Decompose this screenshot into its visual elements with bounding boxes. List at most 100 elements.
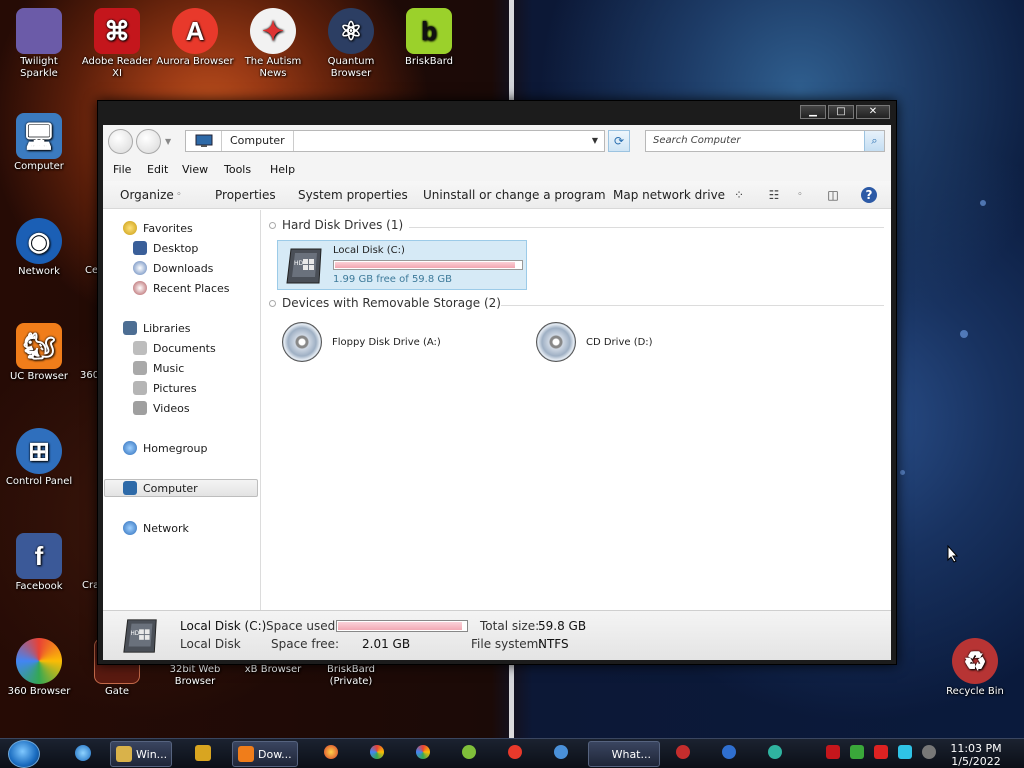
drive-floppy-a[interactable]: Floppy Disk Drive (A:) <box>277 318 497 368</box>
taskbar-app-icon[interactable] <box>676 745 690 759</box>
desktop-icon-360-browser[interactable]: 360 Browser <box>0 638 78 698</box>
taskbar-app-icon[interactable] <box>462 745 476 759</box>
desktop-icon-briskbard-private[interactable]: BriskBard (Private) <box>312 664 390 688</box>
system-clock[interactable]: 11:03 PM 1/5/2022 <box>946 742 1006 768</box>
aurora-browser-icon: A <box>172 8 218 54</box>
desktop-icon-uc-browser[interactable]: 🐿 UC Browser <box>0 323 78 383</box>
organize-button[interactable]: Organize <box>120 188 174 202</box>
command-bar: Organize ◦ Properties System properties … <box>103 181 891 209</box>
address-bar[interactable]: Computer ▼ <box>185 130 605 152</box>
desktop-icon-label: Aurora Browser <box>156 56 234 67</box>
desktop-icon-xb-browser[interactable]: xB Browser <box>234 664 312 676</box>
menu-file[interactable]: File <box>113 163 131 176</box>
organize-dropdown-icon[interactable]: ◦ <box>171 187 187 203</box>
more-commands-icon[interactable]: ⁘ <box>731 187 747 203</box>
taskbar-item-what[interactable]: What... <box>588 741 660 767</box>
taskbar-item-explorer[interactable]: Win... <box>110 741 172 767</box>
desktop-icon-aurora-browser[interactable]: A Aurora Browser <box>156 8 234 68</box>
recent-pages-dropdown-icon[interactable]: ▼ <box>165 137 171 146</box>
taskbar-item-media[interactable] <box>190 741 220 767</box>
taskbar-ie-icon[interactable] <box>70 741 94 767</box>
desktop-icon-quantum-browser[interactable]: ⚛ Quantum Browser <box>312 8 390 80</box>
taskbar-item-dow[interactable]: Dow... <box>232 741 298 767</box>
group-header-removable[interactable]: Devices with Removable Storage (2) <box>269 296 884 314</box>
change-view-icon[interactable]: ☷ <box>766 187 782 203</box>
nav-label: Downloads <box>153 262 214 275</box>
search-input[interactable]: Search Computer ⌕ <box>645 130 885 152</box>
tray-check-icon[interactable] <box>850 745 864 759</box>
address-history-dropdown-icon[interactable]: ▼ <box>592 136 598 145</box>
properties-button[interactable]: Properties <box>215 188 276 202</box>
libraries-icon <box>123 321 137 335</box>
taskbar-app-icon[interactable] <box>722 745 736 759</box>
window-client-area: ▼ Computer ▼ ⟳ Search Computer ⌕ File Ed… <box>103 125 891 660</box>
forward-button[interactable] <box>136 129 161 154</box>
nav-computer[interactable]: Computer <box>104 479 258 497</box>
desktop-icon-partial-ce[interactable]: Ce <box>70 265 100 277</box>
desktop-icon-briskbard[interactable]: b BriskBard <box>390 8 468 68</box>
nav-network[interactable]: Network <box>123 520 189 538</box>
desktop-icon-label: Gate <box>105 686 129 697</box>
details-usage-fill <box>338 622 462 630</box>
desktop-icon-twilight-sparkle[interactable]: Twilight Sparkle <box>0 8 78 80</box>
downloads-icon <box>133 261 147 275</box>
minimize-button[interactable]: ▁ <box>800 105 826 119</box>
search-icon[interactable]: ⌕ <box>864 131 884 151</box>
desktop-icon-recycle-bin[interactable]: ♻ Recycle Bin <box>936 638 1014 698</box>
tray-network-icon[interactable] <box>898 745 912 759</box>
menu-edit[interactable]: Edit <box>147 163 168 176</box>
desktop-icon-facebook[interactable]: f Facebook <box>0 533 78 593</box>
menu-help[interactable]: Help <box>270 163 295 176</box>
breadcrumb-computer[interactable]: Computer <box>222 131 294 151</box>
menu-tools[interactable]: Tools <box>224 163 251 176</box>
nav-desktop[interactable]: Desktop <box>133 240 198 258</box>
details-drive-name: Local Disk (C:) <box>180 619 267 633</box>
nav-downloads[interactable]: Downloads <box>133 260 213 278</box>
tray-flag-icon[interactable] <box>874 745 888 759</box>
tray-adobe-icon[interactable] <box>826 745 840 759</box>
drive-name: Local Disk (C:) <box>333 245 405 256</box>
menu-view[interactable]: View <box>182 163 208 176</box>
taskbar-app-icon[interactable] <box>370 745 384 759</box>
desktop-icon-autism-news[interactable]: ✦ The Autism News <box>234 8 312 80</box>
desktop-icon-computer[interactable]: 🖥 Computer <box>0 113 78 173</box>
maximize-button[interactable]: □ <box>828 105 854 119</box>
desktop-icon-adobe-reader[interactable]: ⌘ Adobe Reader XI <box>78 8 156 80</box>
drive-cd-d[interactable]: CD Drive (D:) <box>531 318 711 368</box>
view-options-dropdown-icon[interactable]: ◦ <box>792 187 808 203</box>
uninstall-program-button[interactable]: Uninstall or change a program <box>423 188 606 202</box>
desktop-icon-control-panel[interactable]: ⊞ Control Panel <box>0 428 78 488</box>
close-button[interactable]: ✕ <box>856 105 890 119</box>
tray-volume-icon[interactable] <box>922 745 936 759</box>
nav-documents[interactable]: Documents <box>133 340 216 358</box>
group-header-hard-disks[interactable]: Hard Disk Drives (1) <box>269 218 884 236</box>
details-filesystem-value: NTFS <box>538 637 569 651</box>
back-button[interactable] <box>108 129 133 154</box>
taskbar-chrome-icon[interactable] <box>416 745 430 759</box>
taskbar-app-icon[interactable] <box>324 745 338 759</box>
nav-recent-places[interactable]: Recent Places <box>133 280 230 298</box>
nav-music[interactable]: Music <box>133 360 184 378</box>
desktop-icon-32bit-web-browser[interactable]: 32bit Web Browser <box>156 664 234 688</box>
desktop-icon-network[interactable]: ◉ Network <box>0 218 78 278</box>
nav-label: Desktop <box>153 242 199 255</box>
desktop-icon-partial-360[interactable]: 360 <box>70 370 100 382</box>
map-network-drive-button[interactable]: Map network drive <box>613 188 725 202</box>
desktop-icon-label: Facebook <box>15 581 63 592</box>
refresh-button[interactable]: ⟳ <box>608 130 630 152</box>
preview-pane-icon[interactable]: ◫ <box>825 187 841 203</box>
start-button[interactable] <box>8 740 40 768</box>
nav-libraries[interactable]: Libraries <box>123 320 191 338</box>
star-icon <box>123 221 137 235</box>
drive-local-disk-c[interactable]: HD Local Disk (C:) 1.99 GB free of 59.8 … <box>277 240 527 290</box>
help-icon[interactable]: ? <box>861 187 877 203</box>
desktop-icon-partial-cra[interactable]: Cra <box>70 580 100 592</box>
system-properties-button[interactable]: System properties <box>298 188 408 202</box>
nav-videos[interactable]: Videos <box>133 400 190 418</box>
nav-pictures[interactable]: Pictures <box>133 380 197 398</box>
nav-homegroup[interactable]: Homegroup <box>123 440 207 458</box>
taskbar-aurora-icon[interactable] <box>508 745 522 759</box>
taskbar-app-icon[interactable] <box>768 745 782 759</box>
taskbar-app-icon[interactable] <box>554 745 568 759</box>
nav-favorites[interactable]: Favorites <box>123 220 193 238</box>
